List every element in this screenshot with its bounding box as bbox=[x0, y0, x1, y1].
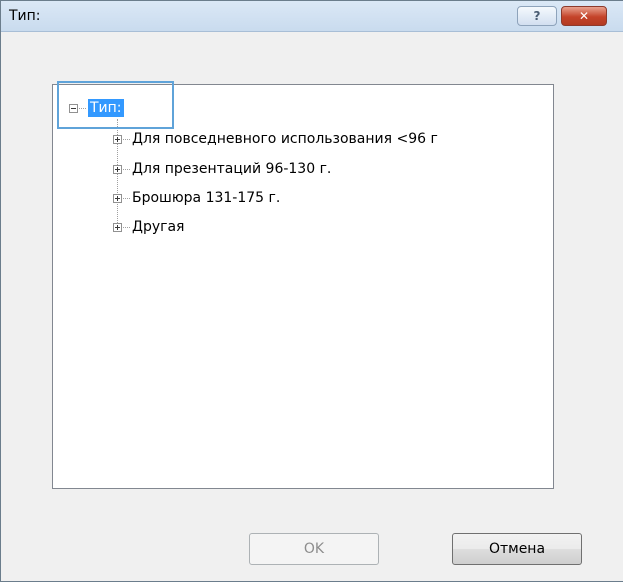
window-title: Тип: bbox=[9, 8, 41, 24]
tree-item-label[interactable]: Для повседневного использования <96 г bbox=[132, 131, 438, 147]
tree-connector bbox=[123, 168, 130, 170]
question-icon: ? bbox=[533, 9, 541, 23]
tree-item-other[interactable]: Другая bbox=[113, 217, 184, 237]
tree-item-everyday[interactable]: Для повседневного использования <96 г bbox=[113, 129, 438, 149]
cancel-button[interactable]: Отмена bbox=[452, 533, 582, 565]
tree-item-presentation[interactable]: Для презентаций 96-130 г. bbox=[113, 159, 331, 179]
expand-icon[interactable] bbox=[113, 222, 122, 232]
tree-item-label[interactable]: Другая bbox=[132, 219, 184, 235]
dialog-window: Тип: ? ✕ Тип: Для повседневного использо… bbox=[0, 0, 623, 582]
title-bar[interactable]: Тип: ? ✕ bbox=[1, 1, 623, 32]
help-button[interactable]: ? bbox=[517, 6, 557, 26]
tree-connector bbox=[123, 226, 130, 228]
expand-icon[interactable] bbox=[113, 193, 122, 203]
ok-button-label: OK bbox=[303, 541, 325, 557]
tree-item-brochure[interactable]: Брошюра 131-175 г. bbox=[113, 188, 280, 208]
tree-item-label[interactable]: Брошюра 131-175 г. bbox=[132, 190, 280, 206]
cancel-button-label: Отмена bbox=[488, 541, 546, 557]
expand-icon[interactable] bbox=[113, 164, 122, 174]
tree-connector bbox=[123, 197, 130, 199]
focus-highlight bbox=[57, 81, 174, 129]
tree-item-label[interactable]: Для презентаций 96-130 г. bbox=[132, 161, 331, 177]
tree-connector bbox=[123, 138, 130, 140]
close-button[interactable]: ✕ bbox=[561, 6, 607, 26]
expand-icon[interactable] bbox=[113, 134, 122, 144]
ok-button[interactable]: OK bbox=[249, 533, 379, 565]
close-icon: ✕ bbox=[578, 9, 590, 23]
